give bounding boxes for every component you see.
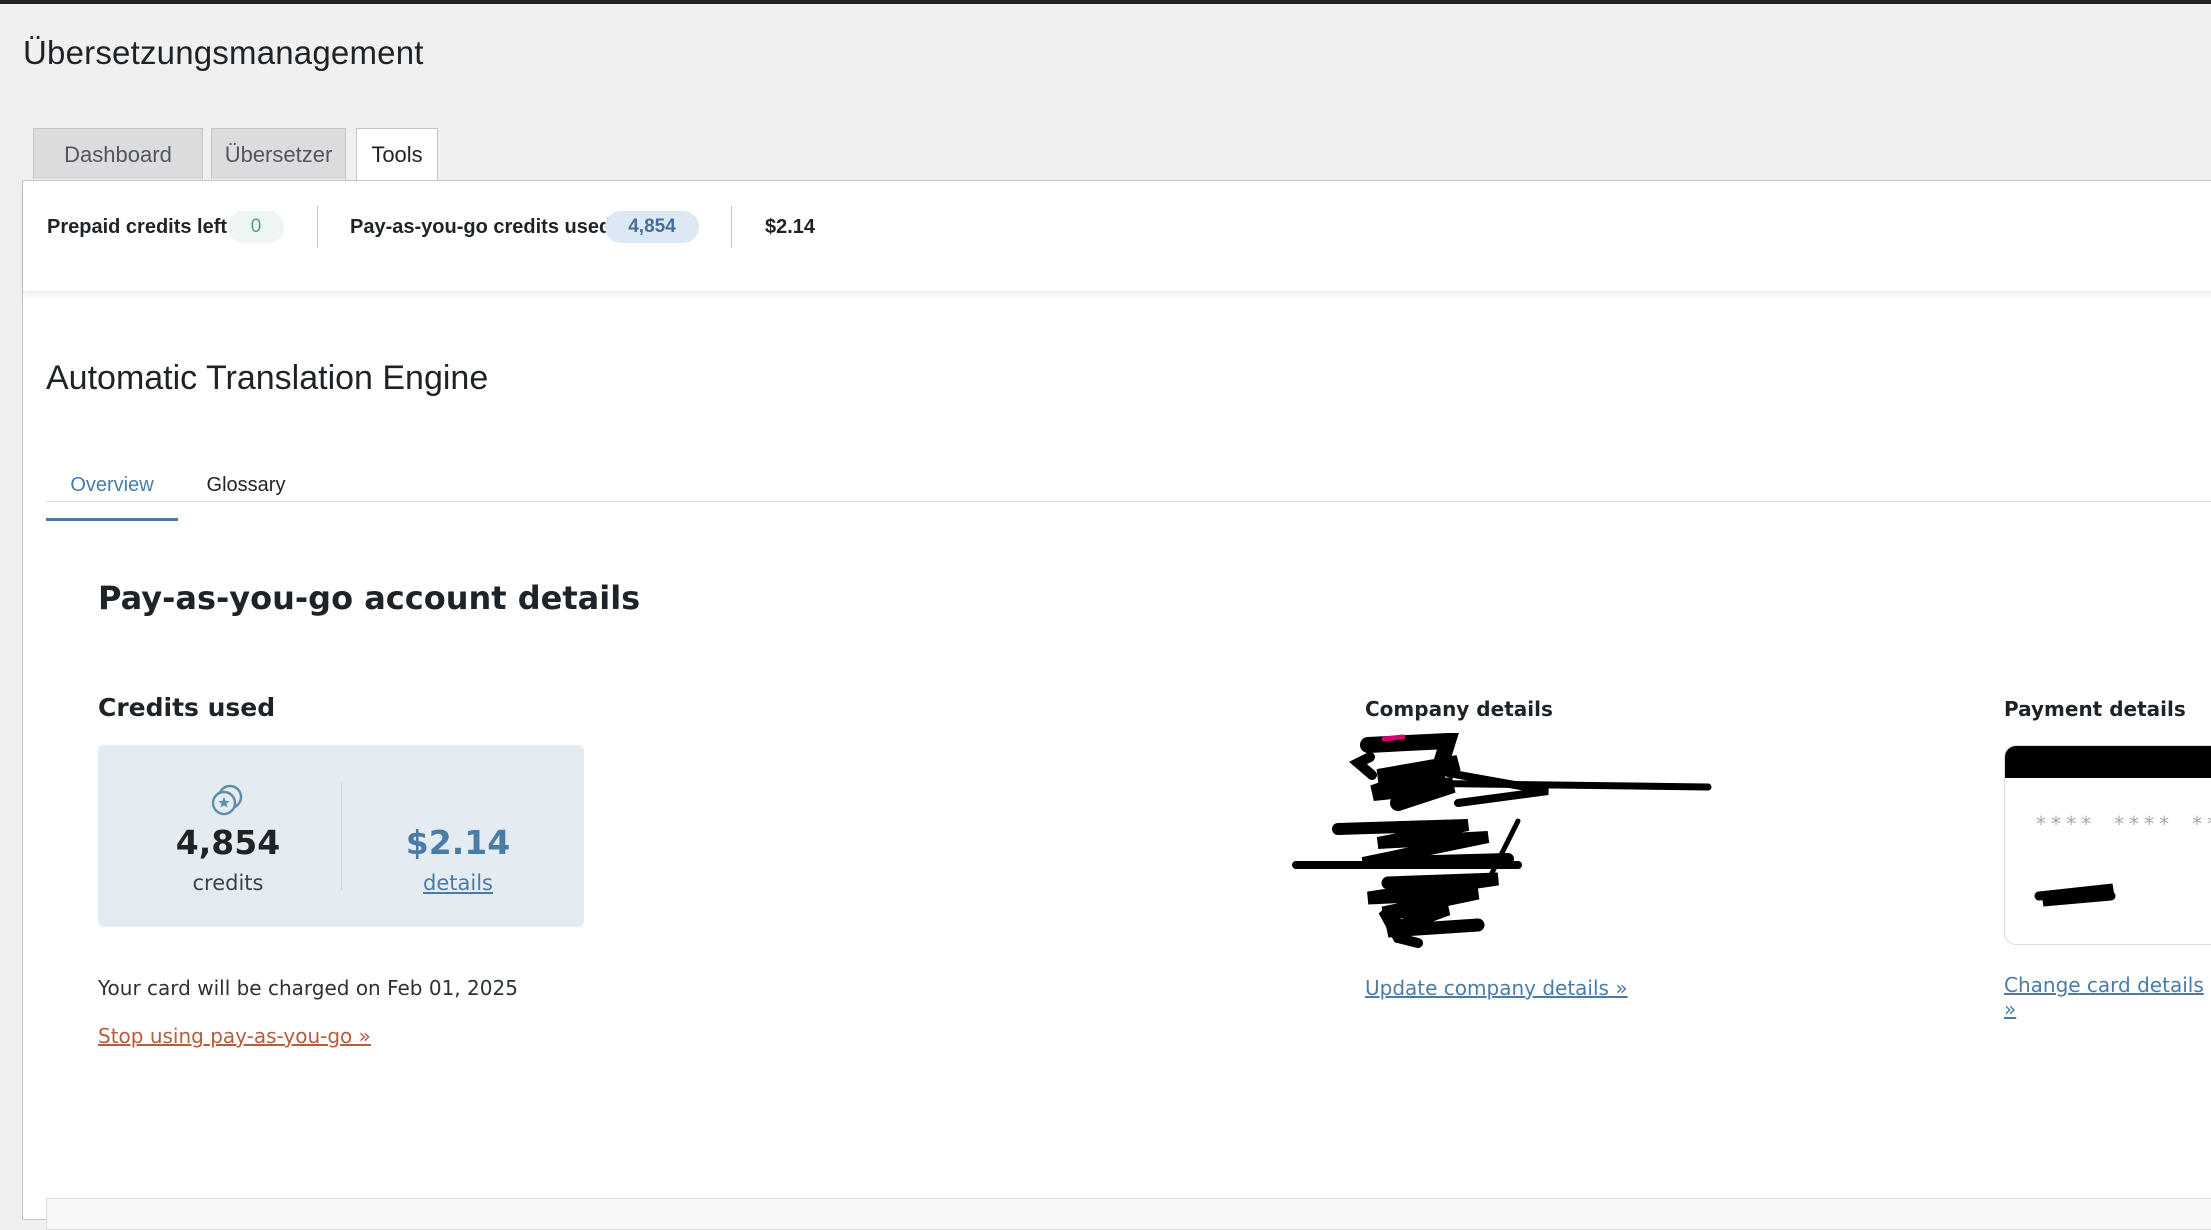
payg-credits-badge: 4,854 — [605, 211, 699, 243]
credits-bar: Prepaid credits left 0 Pay-as-you-go cre… — [23, 181, 2211, 292]
charge-date-text: Your card will be charged on Feb 01, 202… — [98, 976, 518, 1000]
page-title: Übersetzungsmanagement — [23, 34, 424, 71]
tools-panel: Prepaid credits left 0 Pay-as-you-go cre… — [22, 180, 2211, 1230]
redacted-card-holder — [2034, 883, 2116, 907]
prepaid-credits-badge: 0 — [228, 211, 284, 243]
divider — [731, 206, 732, 248]
details-link[interactable]: details — [378, 871, 538, 895]
account-title: Pay-as-you-go account details — [98, 579, 641, 617]
admin-top-bar — [0, 0, 2211, 4]
card-mask-group-1: **** — [2035, 812, 2096, 836]
card-stripe — [2005, 746, 2211, 778]
divider — [341, 783, 342, 890]
bottom-section-edge — [46, 1198, 2211, 1230]
card-mask-group-2: **** — [2113, 812, 2174, 836]
cost-value: $2.14 — [405, 823, 511, 862]
payg-credits-label: Pay-as-you-go credits used — [350, 216, 612, 238]
update-company-link[interactable]: Update company details » — [1365, 976, 1628, 1000]
sub-tabs: Overview Glossary — [46, 469, 2211, 521]
subtab-overview[interactable]: Overview — [46, 469, 178, 521]
credits-value: 4,854 — [175, 823, 281, 862]
credits-used-heading: Credits used — [98, 693, 276, 722]
credit-card-preview: **** **** ** — [2004, 745, 2211, 945]
company-details-heading: Company details — [1365, 697, 1553, 721]
stop-payg-link[interactable]: Stop using pay-as-you-go » — [98, 1024, 371, 1048]
divider — [317, 206, 318, 248]
redacted-company-details — [1292, 733, 1712, 948]
card-mask-group-3: ** — [2191, 812, 2211, 836]
change-card-link[interactable]: Change card details » — [2004, 973, 2211, 1021]
credits-unit: credits — [192, 871, 264, 895]
payment-details-heading: Payment details — [2004, 697, 2186, 721]
tab-dashboard[interactable]: Dashboard — [33, 128, 203, 179]
coins-icon — [210, 783, 244, 817]
tab-ubersetzer[interactable]: Übersetzer — [211, 128, 346, 179]
tab-tools[interactable]: Tools — [356, 128, 438, 181]
subtab-glossary[interactable]: Glossary — [201, 469, 291, 518]
credits-usage-box: 4,854 credits $2.14 details — [98, 745, 584, 927]
payg-amount: $2.14 — [765, 216, 816, 238]
prepaid-credits-label: Prepaid credits left — [47, 216, 228, 238]
section-title: Automatic Translation Engine — [46, 359, 489, 397]
